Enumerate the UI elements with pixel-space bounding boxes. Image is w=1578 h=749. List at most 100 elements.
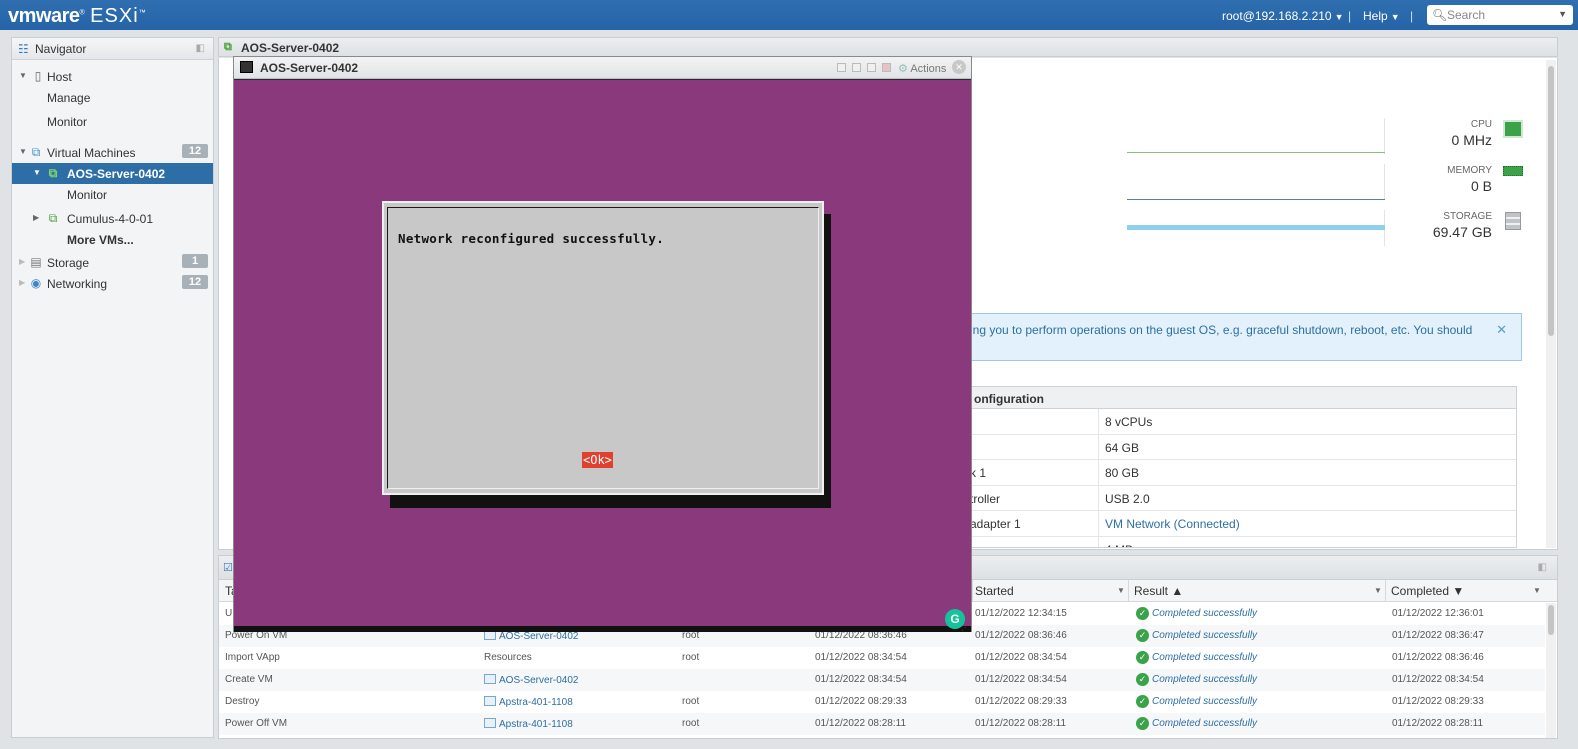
config-row: 64 GB bbox=[968, 434, 1516, 460]
vm-powered-on-icon: ⧉ bbox=[224, 41, 232, 53]
table-row[interactable]: Create VM AOS-Server-0402 01/12/2022 08:… bbox=[219, 669, 1545, 691]
resize-grip-icon[interactable]: ⋰ bbox=[961, 623, 970, 632]
table-row[interactable]: Import VApp Resources root 01/12/2022 08… bbox=[219, 647, 1545, 669]
sidebar-item-virtual-machines[interactable]: ▼ ⧉ Virtual Machines 12 bbox=[12, 142, 213, 163]
sidebar-item-host[interactable]: ▼ ▯ Host bbox=[12, 66, 213, 87]
task-initiator: root bbox=[682, 718, 700, 729]
task-queued: 01/12/2022 08:34:54 bbox=[815, 674, 907, 685]
config-row: k 1 80 GB bbox=[968, 460, 1516, 486]
target-label: AOS-Server-0402 bbox=[499, 675, 579, 686]
tasks-scrollbar[interactable] bbox=[1546, 603, 1556, 738]
gear-icon: ⚙ bbox=[898, 63, 908, 75]
column-result[interactable]: Result ▲ bbox=[1134, 584, 1183, 598]
column-started[interactable]: Started bbox=[975, 584, 1014, 598]
main-scrollbar[interactable] bbox=[1546, 60, 1556, 548]
expanded-triangle-icon[interactable]: ▼ bbox=[19, 147, 27, 156]
task-completed: 01/12/2022 08:36:47 bbox=[1392, 630, 1484, 641]
minimize-icon[interactable] bbox=[837, 63, 846, 72]
chevron-down-icon[interactable]: ▼ bbox=[1374, 586, 1382, 595]
sidebar-item-label: Networking bbox=[47, 277, 108, 291]
help-label: Help bbox=[1363, 9, 1388, 23]
config-value: 64 GB bbox=[1098, 434, 1516, 459]
sidebar-item-label: Host bbox=[47, 70, 72, 84]
task-started: 01/12/2022 12:34:15 bbox=[975, 608, 1067, 619]
task-target-link[interactable]: Apstra-401-1108 bbox=[484, 718, 573, 730]
console-title-bar[interactable]: AOS-Server-0402 ⚙ Actions ✕ bbox=[234, 57, 971, 79]
chevron-down-icon: ▼ bbox=[1334, 12, 1344, 22]
column-divider bbox=[1385, 580, 1386, 602]
chevron-down-icon[interactable]: ▼ bbox=[1533, 586, 1541, 595]
user-menu[interactable]: root@192.168.2.210 ▼ bbox=[1222, 9, 1344, 23]
task-name: Create VM bbox=[225, 674, 273, 685]
sidebar-item-more-vms[interactable]: More VMs... bbox=[12, 229, 213, 250]
search-input[interactable]: 🔍︎ Search ▼ bbox=[1427, 5, 1573, 25]
target-label: Apstra-401-1108 bbox=[499, 697, 573, 708]
vmware-esxi-logo[interactable]: vmware® ESXi™ bbox=[8, 5, 146, 28]
task-completed: 01/12/2022 08:36:46 bbox=[1392, 652, 1484, 663]
vm-console-window[interactable]: AOS-Server-0402 ⚙ Actions ✕ Network reco… bbox=[233, 56, 972, 632]
cpu-icon bbox=[1503, 120, 1523, 138]
virtual-machines-icon: ⧉ bbox=[31, 145, 41, 159]
config-value: 4 MB bbox=[1098, 536, 1516, 547]
collapse-panel-icon[interactable]: ◧ bbox=[1538, 562, 1547, 573]
expanded-triangle-icon[interactable]: ▼ bbox=[33, 168, 41, 177]
sidebar-item-vm-monitor[interactable]: Monitor bbox=[12, 184, 213, 205]
close-icon[interactable]: ✕ bbox=[952, 60, 966, 74]
table-row[interactable]: Destroy Apstra-401-1108 root 01/12/2022 … bbox=[219, 691, 1545, 713]
scrollbar-thumb[interactable] bbox=[1548, 66, 1554, 336]
task-queued: 01/12/2022 08:34:54 bbox=[815, 652, 907, 663]
task-name: U bbox=[225, 608, 233, 619]
task-name: Destroy bbox=[225, 696, 260, 707]
brand-name: vmware bbox=[8, 5, 80, 27]
maximize-icon[interactable] bbox=[867, 63, 876, 72]
task-target-link[interactable]: AOS-Server-0402 bbox=[484, 674, 578, 686]
sidebar-item-networking[interactable]: ▶ ◉ Networking 12 bbox=[12, 273, 213, 294]
ok-button[interactable]: <Ok> bbox=[582, 452, 613, 468]
collapsed-triangle-icon[interactable]: ▶ bbox=[19, 257, 25, 266]
expanded-triangle-icon[interactable]: ▼ bbox=[19, 71, 27, 80]
memory-value: 0 B bbox=[1470, 178, 1492, 194]
console-screen[interactable]: Network reconfigured successfully. <Ok> bbox=[234, 80, 971, 626]
restore-icon[interactable] bbox=[852, 63, 861, 72]
console-title: AOS-Server-0402 bbox=[260, 61, 359, 75]
count-badge: 1 bbox=[182, 254, 208, 268]
column-completed[interactable]: Completed ▼ bbox=[1391, 584, 1464, 598]
storage-icon: ▤ bbox=[30, 255, 42, 269]
sidebar-item-host-monitor[interactable]: Monitor bbox=[12, 111, 213, 132]
table-row[interactable]: Power Off VM Apstra-401-1108 root 01/12/… bbox=[219, 713, 1545, 735]
collapse-panel-icon[interactable]: ◧ bbox=[196, 43, 205, 54]
check-circle-icon: ✓ bbox=[1136, 673, 1149, 686]
config-row: adapter 1 VM Network (Connected) bbox=[968, 511, 1516, 537]
task-target-link[interactable]: Apstra-401-1108 bbox=[484, 696, 573, 708]
sidebar-item-manage[interactable]: Manage bbox=[12, 87, 213, 108]
tasks-icon: ☑ bbox=[223, 562, 233, 574]
console-bottom-bar bbox=[234, 626, 971, 632]
help-menu[interactable]: Help ▼ bbox=[1363, 9, 1400, 23]
task-completed: 01/12/2022 08:28:11 bbox=[1392, 718, 1484, 729]
task-result: Completed successfully bbox=[1152, 630, 1258, 641]
sidebar-item-aos-server-0402[interactable]: ▼ ⧉ AOS-Server-0402 bbox=[12, 163, 213, 184]
product-name: ESXi bbox=[90, 5, 139, 27]
chevron-down-icon[interactable]: ▼ bbox=[1558, 9, 1567, 19]
scrollbar-thumb[interactable] bbox=[1548, 605, 1554, 635]
actions-menu[interactable]: ⚙ Actions bbox=[898, 62, 946, 75]
chevron-down-icon[interactable]: ▼ bbox=[1117, 586, 1125, 595]
separator: | bbox=[1410, 9, 1414, 23]
vm-powered-on-icon: ⧉ bbox=[48, 166, 58, 180]
collapsed-triangle-icon[interactable]: ▶ bbox=[33, 213, 39, 222]
vmware-tools-info-banner: ing you to perform operations on the gue… bbox=[967, 313, 1522, 361]
network-link[interactable]: VM Network (Connected) bbox=[1098, 511, 1516, 536]
count-badge: 12 bbox=[182, 275, 208, 289]
close-icon[interactable]: ✕ bbox=[1496, 322, 1507, 338]
storage-icon bbox=[1505, 212, 1521, 230]
sidebar-item-storage[interactable]: ▶ ▤ Storage 1 bbox=[12, 252, 213, 273]
keyboard-icon[interactable] bbox=[882, 63, 891, 72]
dialog-message: Network reconfigured successfully. bbox=[398, 231, 665, 246]
task-result: Completed successfully bbox=[1152, 608, 1258, 619]
task-result: Completed successfully bbox=[1152, 652, 1258, 663]
cpu-label: CPU bbox=[1470, 119, 1492, 130]
sidebar-item-cumulus[interactable]: ▶ ⧉ Cumulus-4-0-01 bbox=[12, 208, 213, 229]
config-header: onfiguration bbox=[968, 387, 1516, 409]
collapsed-triangle-icon[interactable]: ▶ bbox=[19, 278, 25, 287]
config-key: adapter 1 bbox=[970, 517, 1021, 531]
